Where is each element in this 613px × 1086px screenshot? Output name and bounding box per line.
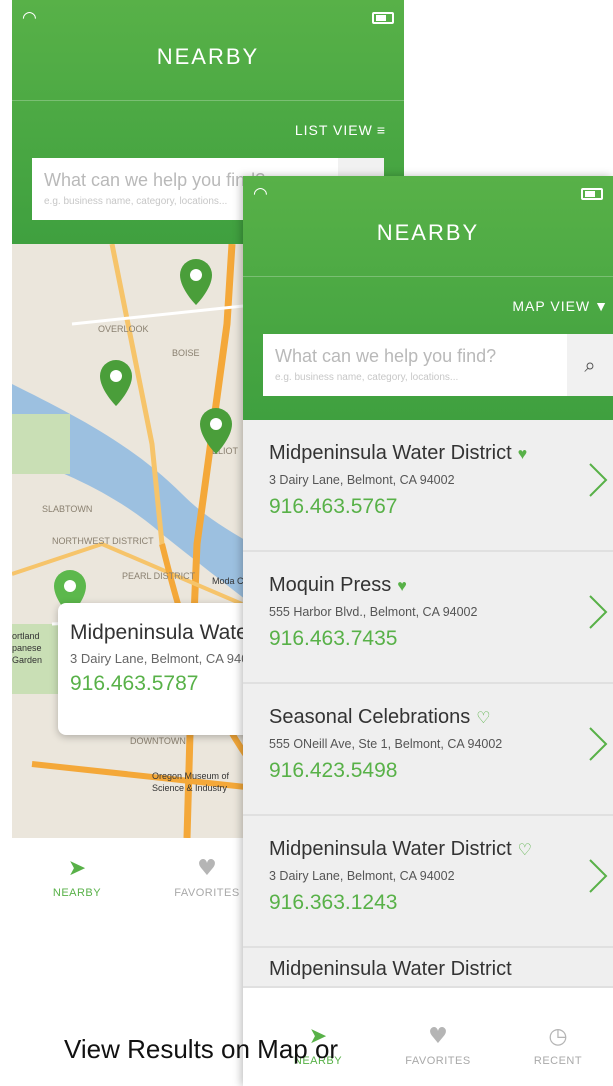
battery-icon [372,12,394,24]
list-view-label: LIST VIEW [294,122,373,138]
list-header: ◠ NEARBY MAP VIEW ▼ What can we help you … [243,176,613,420]
result-name: Moquin Press [269,574,392,596]
page-title: NEARBY [156,44,260,69]
result-phone[interactable]: 916.363.1243 [269,891,613,915]
tab-label: NEARBY [52,887,102,899]
result-address: 555 ONeill Ave, Ste 1, Belmont, CA 94002 [269,737,503,751]
header-divider [12,100,404,101]
list-item[interactable]: Midpeninsula Water District ♡ 3 Dairy Lan… [243,816,613,948]
list-item[interactable]: Moquin Press ♥ 555 Harbor Blvd., Belmont,… [243,552,613,684]
heart-filled-icon[interactable]: ♥ [518,446,528,463]
wifi-icon: ◠ [22,8,37,28]
heart-icon: ♥ [428,1024,448,1049]
map-pin[interactable] [200,408,232,454]
heart-filled-icon[interactable]: ♥ [397,578,407,595]
page-title: NEARBY [376,220,480,245]
result-address: 3 Dairy Lane, Belmont, CA 94002 [269,473,455,487]
battery-icon [581,188,603,200]
map-view-toggle[interactable]: MAP VIEW ▼ [512,298,609,314]
list-item[interactable]: Seasonal Celebrations ♡ 555 ONeill Ave, S… [243,684,613,816]
heart-outline-icon[interactable]: ♡ [476,710,490,727]
map-pin-icon: ▼ [594,298,609,314]
search-placeholder: What can we help you find? [44,170,266,190]
search-hint: e.g. business name, category, locations.… [44,196,228,207]
header-divider [243,276,613,277]
chevron-right-icon [589,463,608,497]
tab-nearby[interactable]: ➤ NEARBY [22,856,132,899]
chevron-right-icon [589,595,608,629]
result-phone[interactable]: 916.463.5767 [269,495,613,519]
chevron-right-icon [589,859,608,893]
result-name: Seasonal Celebrations [269,706,471,728]
result-address: 555 Harbor Blvd., Belmont, CA 94002 [269,605,478,619]
result-name: Midpeninsula Water District [269,442,512,464]
heart-outline-icon[interactable]: ♡ [518,842,532,859]
list-view-toggle[interactable]: LIST VIEW ≡ [295,122,386,138]
chevron-right-icon [589,727,608,761]
slide-caption: View Results on Map or [64,1034,339,1064]
clock-icon: ◷ [548,1024,568,1049]
map-pin[interactable] [180,259,212,305]
result-name: Midpeninsula Water District [269,958,512,980]
list-icon: ≡ [376,122,386,138]
list-item[interactable]: Midpeninsula Water District [243,948,613,988]
search-hint: e.g. business name, category, locations.… [275,372,459,383]
result-name: Midpeninsula Water District [269,838,512,860]
result-address: 3 Dairy Lane, Belmont, CA 94002 [269,869,455,883]
results-list: Midpeninsula Water District ♥ 3 Dairy Lan… [243,420,613,988]
map-view-label: MAP VIEW [512,298,591,314]
tab-label: RECENT [533,1055,583,1067]
list-view-screen: ◠ NEARBY MAP VIEW ▼ What can we help you … [243,176,613,1086]
search-placeholder: What can we help you find? [275,346,497,366]
result-phone[interactable]: 916.423.5498 [269,759,613,783]
location-arrow-icon: ➤ [67,856,87,881]
result-phone[interactable]: 916.463.7435 [269,627,613,651]
wifi-icon: ◠ [253,184,268,204]
tab-favorites[interactable]: ♥ FAVORITES [383,1024,493,1067]
tab-recent[interactable]: ◷ RECENT [503,1024,613,1067]
search-button[interactable]: ⌕ [567,334,613,396]
map-pin[interactable] [100,360,132,406]
list-item[interactable]: Midpeninsula Water District ♥ 3 Dairy Lan… [243,420,613,552]
search-icon: ⌕ [584,353,596,377]
tab-label: FAVORITES [405,1055,471,1067]
search-bar[interactable]: What can we help you find? e.g. business… [263,334,613,396]
